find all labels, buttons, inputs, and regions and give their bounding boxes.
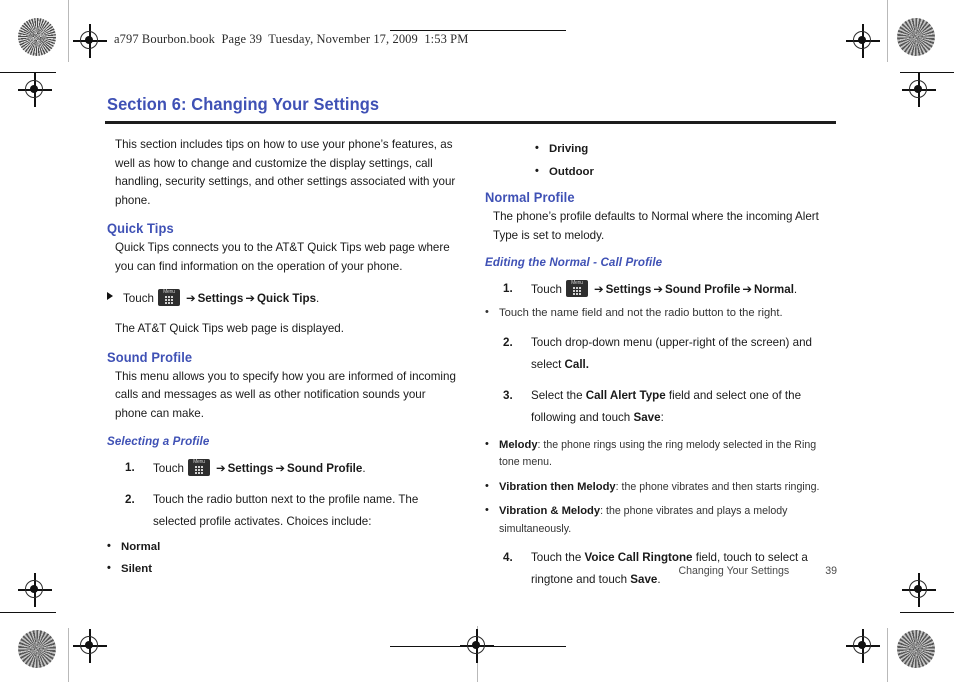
profile-choices-list: Normal Silent — [107, 538, 459, 579]
list-item: Vibration then Melody: the phone vibrate… — [485, 478, 837, 497]
touch-label: Touch — [123, 291, 154, 305]
menu-icon-grid — [572, 287, 581, 296]
step-item: 1. Touch Menu ➔ Settings ➔ Sound Profile. — [107, 457, 459, 480]
arrow-glyph-2: ➔ — [245, 290, 255, 305]
editing-profile-steps: 1. Touch Menu ➔ Settings ➔ Sound Profile ➔ Norm… — [485, 278, 837, 301]
step-item: 2. Touch drop-down menu (upper-right of … — [485, 332, 837, 376]
quick-tips-target-quicktips: Quick Tips — [256, 291, 317, 305]
menu-icon-label: Menu — [571, 280, 583, 287]
footer-page-number: 39 — [825, 565, 837, 577]
sound-profile-paragraph: This menu allows you to specify how you … — [115, 369, 456, 420]
step-target-settings: Settings — [227, 461, 274, 475]
menu-icon-label: Menu — [193, 458, 205, 465]
heading-selecting-a-profile: Selecting a Profile — [107, 434, 210, 448]
title-rule — [105, 121, 836, 124]
step-text: Touch drop-down menu (upper-right of the… — [531, 336, 812, 371]
heading-normal-profile: Normal Profile — [485, 190, 575, 205]
arrow-glyph-2: ➔ — [275, 460, 285, 475]
quick-tips-touch-step: Touch Menu ➔ Settings ➔ Quick Tips. — [107, 288, 459, 309]
step4-bold-voice-call-ringtone: Voice Call Ringtone — [584, 551, 693, 565]
selecting-profile-steps: 1. Touch Menu ➔ Settings ➔ Sound Profile. 2. … — [107, 457, 459, 533]
step-number: 3. — [503, 388, 513, 402]
step-text: Select the Call Alert Type field and sel… — [531, 389, 801, 424]
triangle-bullet-icon — [107, 291, 113, 300]
heading-editing-normal-call-profile: Editing the Normal - Call Profile — [485, 256, 663, 270]
list-item: Vibration & Melody: the phone vibrates a… — [485, 502, 837, 538]
alert-type-desc: : the phone rings using the ring melody … — [499, 438, 817, 469]
step-item: 2. Touch the radio button next to the pr… — [107, 489, 459, 533]
footer-title: Changing Your Settings — [678, 565, 790, 577]
quick-tips-step-period: . — [316, 291, 320, 305]
document-page: a797 Bourbon.book Page 39 Tuesday, Novem… — [0, 0, 954, 682]
left-column: This section includes tips on how to use… — [107, 136, 459, 579]
step2-period: . — [585, 357, 590, 371]
step-target-normal: Normal — [753, 283, 794, 297]
normal-profile-paragraph: The phone’s profile defaults to Normal w… — [493, 210, 819, 242]
step1-note-list: Touch the name field and not the radio b… — [485, 304, 837, 323]
editing-profile-steps-2: 2. Touch drop-down menu (upper-right of … — [485, 332, 837, 429]
step2-bold-call: Call — [564, 357, 586, 371]
step-text: Touch Menu ➔ Settings ➔ Sound Profile. — [153, 458, 366, 476]
alert-type-name: Vibration & Melody — [499, 505, 601, 518]
menu-icon-grid — [194, 465, 203, 474]
step3-text-e: : — [660, 410, 664, 424]
page-footer: Changing Your Settings 39 — [485, 565, 837, 577]
arrow-glyph-3: ➔ — [742, 282, 752, 297]
touch-label: Touch — [153, 461, 184, 475]
step-item: 1. Touch Menu ➔ Settings ➔ Sound Profile ➔ Norm… — [485, 278, 837, 301]
step-number: 1. — [503, 282, 513, 296]
menu-hardkey-icon: Menu — [187, 458, 210, 476]
menu-icon-label: Menu — [163, 288, 175, 295]
list-item: Touch the name field and not the radio b… — [485, 304, 837, 323]
step4-text-a: Touch the — [531, 551, 585, 565]
arrow-glyph-1: ➔ — [215, 460, 226, 475]
quick-tips-result: The AT&T Quick Tips web page is displaye… — [115, 322, 344, 336]
quick-tips-step-text: Touch Menu ➔ Settings ➔ Quick Tips. — [123, 288, 320, 309]
menu-icon-grid — [164, 295, 173, 304]
file-header-line: a797 Bourbon.book Page 39 Tuesday, Novem… — [114, 32, 469, 46]
step-period: . — [362, 461, 366, 475]
step-target-settings: Settings — [605, 283, 652, 297]
list-item: Silent — [107, 560, 459, 579]
touch-label: Touch — [531, 283, 562, 297]
step-item: 3. Select the Call Alert Type field and … — [485, 385, 837, 429]
alert-type-name: Melody — [499, 438, 538, 451]
step3-bold-save: Save — [633, 410, 661, 424]
alert-types-list: Melody: the phone rings using the ring m… — [485, 436, 837, 539]
alert-type-name: Vibration then Melody — [499, 480, 616, 493]
list-item: Outdoor — [535, 163, 837, 182]
step-number: 2. — [503, 335, 513, 349]
list-item: Driving — [535, 140, 837, 159]
arrow-glyph-1: ➔ — [593, 282, 604, 297]
step-text: Touch the radio button next to the profi… — [153, 492, 419, 528]
step-target-sound-profile: Sound Profile — [286, 461, 363, 475]
step-number: 2. — [125, 492, 135, 506]
step3-bold-call-alert-type: Call Alert Type — [585, 388, 666, 402]
intro-paragraph: This section includes tips on how to use… — [115, 138, 456, 207]
quick-tips-target-settings: Settings — [197, 291, 244, 305]
quick-tips-paragraph: Quick Tips connects you to the AT&T Quic… — [115, 241, 450, 273]
alert-type-desc: : the phone vibrates and then starts rin… — [615, 480, 820, 493]
step-target-sound-profile: Sound Profile — [664, 283, 741, 297]
arrow-glyph-2: ➔ — [653, 282, 663, 297]
step-period: . — [793, 283, 798, 297]
heading-sound-profile: Sound Profile — [107, 349, 193, 365]
step-number: 1. — [125, 460, 135, 474]
list-item: Normal — [107, 538, 459, 557]
step-text: Touch Menu ➔ Settings ➔ Sound Profile ➔ Normal. — [531, 280, 798, 298]
menu-hardkey-icon: Menu — [565, 280, 588, 298]
menu-hardkey-icon: Menu — [157, 288, 180, 306]
right-column: Driving Outdoor Normal Profile The phone… — [485, 136, 837, 591]
arrow-glyph-1: ➔ — [185, 290, 196, 305]
page-title: Section 6: Changing Your Settings — [107, 94, 380, 114]
list-item: Melody: the phone rings using the ring m… — [485, 436, 837, 472]
profile-choices-continued-list: Driving Outdoor — [535, 140, 837, 182]
heading-quick-tips: Quick Tips — [107, 221, 174, 237]
step3-text-a: Select the — [531, 388, 586, 402]
